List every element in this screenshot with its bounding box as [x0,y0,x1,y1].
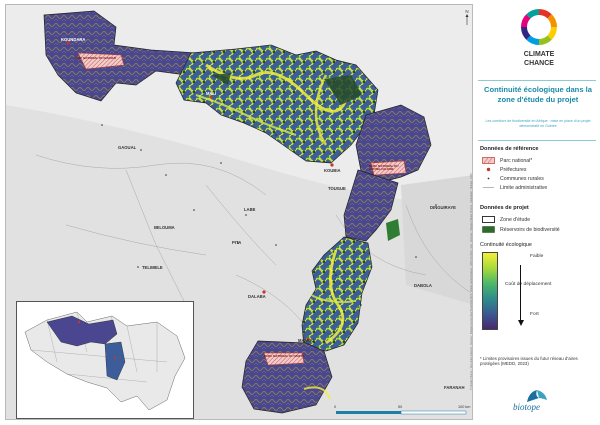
gradient-arrow [520,265,521,320]
park-hatched-icon [482,157,495,164]
biotope-wordmark: biotope [513,402,540,412]
small-dot-icon [482,175,495,182]
label-dabola: DABOLA [414,283,432,288]
climate-chance-logo: CLIMATE CHANCE [505,5,573,77]
legend-label-study-zone: Zone d'étude [500,216,531,223]
label-pita: PITA [232,240,242,245]
separator-mid [478,140,596,141]
scale-label-50: 50 [398,405,403,409]
gradient-low-label: Faible [530,254,544,259]
north-label: N [465,9,468,14]
scale-bar [336,410,467,415]
label-labe: LABE [244,207,256,212]
label-dalaba: DALABA [248,294,266,299]
legend-item-communes: Communes rurales [482,174,544,183]
label-mali: MALI [206,91,217,96]
inset-svg [24,311,186,411]
legend-reference-title: Données de référence [480,146,539,152]
gradient-mid-label: Coût de déplacement [505,282,552,287]
prefecture-dot [330,163,334,167]
label-koundara: KOUNDARA [61,37,86,42]
side-credits-svg: © Climate Chance - Tous droits réservés … [470,173,473,390]
dark-green-box-icon [482,226,495,233]
inset-locator-map[interactable] [16,301,194,419]
legend-item-reservoirs: Réservoirs de biodiversité [482,225,560,234]
label-telimele: TELIMELE [142,265,163,270]
admin-line-icon [482,184,495,191]
legend-item-study-zone: Zone d'étude [482,215,530,224]
label-park-bafing: PARC NATIONAL DU BAFING-FALEME [369,164,399,172]
map-subtitle: Les corridors de biodiversité en Afrique… [485,119,591,128]
label-faranah: FARANAH [444,385,465,390]
gradient-arrowhead-icon [517,320,524,326]
gradient-bar [482,252,498,330]
north-arrow: N [462,8,472,26]
main-map[interactable]: GAOUAL KOUBIA TOUGUE LELOUMA LABE PITA T… [5,4,473,420]
north-arrow-svg: N [465,9,469,25]
relief-east [401,175,472,305]
legend-label-communes: Communes rurales [500,175,544,182]
legend-item-park: Parc national* [482,156,532,165]
footnote: * Limites provisoires issues du futur ré… [480,356,578,367]
separator-top [478,80,596,81]
legend-label-reservoirs: Réservoirs de biodiversité [500,226,560,233]
legend-label-admin: Limite administrative [500,184,548,191]
red-dot-icon [482,166,495,173]
legend-label-prefectures: Préfectures [500,166,527,173]
side-credits-text: © Climate Chance - Tous droits réservés … [470,173,473,390]
label-park-badiar: PARC NATIONAL DU BADIAR [74,56,116,60]
gradient-title: Continuité écologique [480,242,532,248]
side-credits: © Climate Chance - Tous droits réservés … [468,60,474,400]
label-tougue: TOUGUE [328,186,346,191]
label-dinguiraye: DINGUIRAYE [430,205,456,210]
logo-ring [521,9,557,45]
legend-item-prefectures: Préfectures [482,165,527,174]
label-mamou: MAMOU [298,338,315,343]
label-koubia: KOUBIA [324,168,341,173]
outlined-box-icon [482,216,495,223]
label-park-mafou: PARC NATIONAL DU MAFOU [264,354,306,358]
map-layout: GAOUAL KOUBIA TOUGUE LELOUMA LABE PITA T… [0,0,600,425]
scale-label-100: 100 km [458,405,471,409]
legend-label-park: Parc national* [500,157,533,164]
gradient-high-label: Fort [530,312,539,317]
legend-item-admin: Limite administrative [482,183,547,192]
logo-line1: CLIMATE [523,51,555,58]
legend-project-title: Données de projet [480,205,529,211]
scale-label-0: 0 [334,405,337,409]
label-gaoual: GAOUAL [118,145,137,150]
label-lelouma: LELOUMA [154,225,175,230]
map-title: Continuité écologique dans la zone d'étu… [483,85,592,104]
logo-line2: CHANCE [524,60,554,67]
